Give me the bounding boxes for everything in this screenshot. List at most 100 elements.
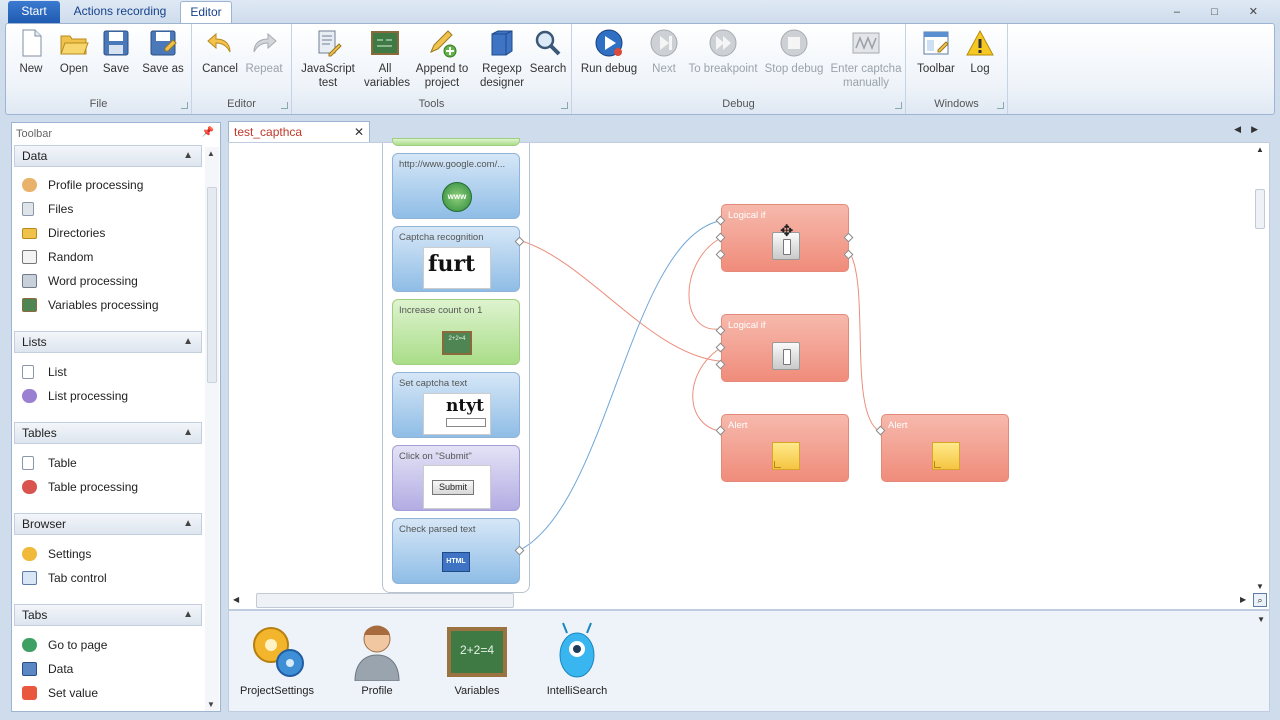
new-button[interactable]: New [12,28,50,76]
tab-editor[interactable]: Editor [180,1,232,23]
category-browser[interactable]: Browser ▲ [14,513,202,535]
run-debug-button[interactable]: Run debug [578,28,640,76]
to-breakpoint-button[interactable]: To breakpoint [686,28,760,76]
node-captcha-recognition[interactable]: Captcha recognition furt [392,226,520,292]
repeat-button[interactable]: Repeat [242,28,286,76]
zoom-icon[interactable]: ⌕ [1253,593,1267,607]
javascript-test-button[interactable]: JavaScript test [300,28,356,90]
file-group-launcher[interactable] [181,102,188,109]
variables-chalkboard-text: 2+2=4 [459,643,495,657]
tab-start[interactable]: Start [8,1,60,23]
toolbar-item-list-processing[interactable]: List processing [22,387,128,405]
category-tables[interactable]: Tables ▲ [14,422,202,444]
intellisearch-item[interactable]: IntelliSearch [537,619,617,697]
search-icon [533,28,563,58]
stop-debug-button[interactable]: Stop debug [762,28,826,76]
scroll-down-icon[interactable]: ▼ [207,700,215,709]
variables-item[interactable]: 2+2=4 Variables [437,619,517,697]
toolbar-item-files[interactable]: Files [22,200,73,218]
save-as-button[interactable]: Save as [138,28,188,76]
next-button[interactable]: Next [646,28,682,76]
node-check-parsed-text[interactable]: Check parsed text HTML [392,518,520,584]
toolbar-item-directories[interactable]: Directories [22,224,105,242]
html-icon: HTML [442,552,470,572]
append-to-project-button[interactable]: Append to project [412,28,472,90]
project-settings-label: ProjectSettings [240,685,314,697]
tab-nav-arrows[interactable]: ◀▶ [1234,124,1268,135]
horizontal-scroll-thumb[interactable] [256,593,514,608]
toolbar-item-word-processing[interactable]: Word processing [22,272,138,290]
category-browser-label: Browser [22,517,67,531]
scroll-up-icon[interactable]: ▲ [207,149,215,158]
project-canvas[interactable]: http://www.google.com/... www Captcha re… [228,138,1270,610]
vertical-scroll-thumb[interactable] [1255,189,1265,229]
search-button[interactable]: Search [528,28,568,76]
chain-node-top[interactable] [392,138,520,146]
toolbar-item-table[interactable]: Table [22,454,77,472]
debug-group-caption: Debug [722,98,755,110]
pin-icon[interactable]: 📌 [202,127,214,138]
cancel-button[interactable]: Cancel [200,28,240,76]
enter-captcha-manually-button[interactable]: Enter captcha manually [828,28,904,90]
node-set-captcha-text[interactable]: Set captcha text ntyt [392,372,520,438]
save-as-label: Save as [142,63,184,75]
dice-icon [22,250,37,264]
toolbar-item-table-processing[interactable]: Table processing [22,478,138,496]
node-alert-2[interactable]: Alert [881,414,1009,482]
regexp-designer-button[interactable]: Regexp designer [476,28,528,90]
editor-group-launcher[interactable] [281,102,288,109]
scroll-left-icon[interactable]: ◀ [233,595,239,604]
toolbar-window-button[interactable]: Toolbar [914,28,958,76]
debug-group-launcher[interactable] [895,102,902,109]
scroll-thumb[interactable] [207,187,217,383]
captcha-image-text: furt [428,251,476,277]
toolbar-item-profile-processing[interactable]: Profile processing [22,176,143,194]
toolbar-item-settings[interactable]: Settings [22,545,91,563]
toolbar-panel-scrollbar[interactable]: ▲ ▼ [205,147,219,711]
category-tabs[interactable]: Tabs ▲ [14,604,202,626]
toolbar-item-list[interactable]: List [22,363,67,381]
log-button[interactable]: Log [962,28,998,76]
node-alert-1[interactable]: Alert [721,414,849,482]
node-increase-count[interactable]: Increase count on 1 2+2=4 [392,299,520,365]
panel-dropdown-icon[interactable]: ▼ [1257,615,1265,624]
node-caption: Click on "Submit" [399,451,472,462]
to-breakpoint-label: To breakpoint [688,63,758,75]
node-logical-if-2[interactable]: Logical if [721,314,849,382]
scroll-up-icon[interactable]: ▲ [1256,145,1264,154]
node-logical-if-1[interactable]: Logical if ✥ [721,204,849,272]
toolbar-window-icon [921,28,951,58]
node-caption: Alert [888,420,908,431]
toolbar-item-variables-processing[interactable]: Variables processing [22,296,159,314]
close-tab-icon[interactable]: ✕ [354,122,364,142]
item-label: Tab control [48,571,107,585]
document-tab[interactable]: test_capthca ✕ [228,121,370,142]
captcha-icon [851,28,881,58]
category-lists[interactable]: Lists ▲ [14,331,202,353]
canvas-vertical-scrollbar[interactable]: ▲ ▼ [1254,145,1266,591]
project-settings-item[interactable]: ProjectSettings [237,619,317,697]
node-goto-url[interactable]: http://www.google.com/... www [392,153,520,219]
profile-item[interactable]: Profile [337,619,417,697]
save-button[interactable]: Save [98,28,134,76]
toolbar-item-set-value[interactable]: Set value [22,684,98,702]
toolbar-item-data[interactable]: Data [22,660,73,678]
all-variables-button[interactable]: All variables [364,28,410,90]
item-label: Random [48,250,94,264]
category-data[interactable]: Data ▲ [14,145,202,167]
tools-group-launcher[interactable] [561,102,568,109]
window-controls[interactable]: – □ ✕ [1174,5,1272,18]
captcha-text-image: ntyt [423,393,491,435]
toolbar-item-go-to-page[interactable]: Go to page [22,636,107,654]
scroll-down-icon[interactable]: ▼ [1256,582,1264,591]
folder-icon [22,228,37,239]
windows-group-launcher[interactable] [997,102,1004,109]
action-chain: http://www.google.com/... www Captcha re… [382,138,530,593]
node-click-submit[interactable]: Click on "Submit" Submit [392,445,520,511]
open-label: Open [59,63,89,75]
toolbar-item-random[interactable]: Random [22,248,93,266]
tab-actions-recording[interactable]: Actions recording [66,1,174,23]
toolbar-item-tab-control[interactable]: Tab control [22,569,107,587]
open-button[interactable]: Open [54,28,94,76]
scroll-right-icon[interactable]: ▶ [1240,595,1246,604]
